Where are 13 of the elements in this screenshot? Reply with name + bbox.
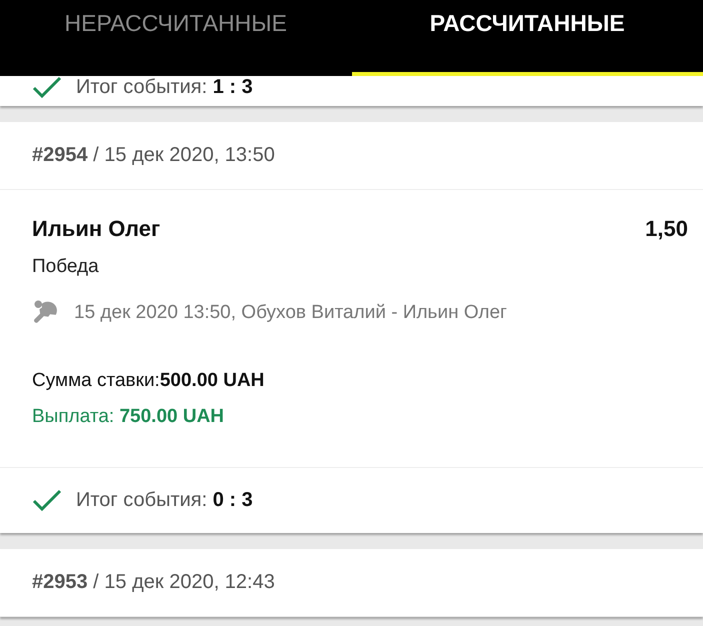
- event-result: Итог события: 1 : 3: [76, 76, 253, 99]
- stake-amount: Сумма ставки:500.00 UAH: [32, 370, 266, 392]
- bet-header: #2954 / 15 дек 2020, 13:50: [0, 122, 703, 190]
- selection-name: Ильин Олег: [32, 216, 160, 242]
- event-result: Итог события: 0 : 3: [76, 489, 253, 512]
- tab[interactable]: НЕРАССЧИТАННЫЕ: [0, 0, 352, 76]
- check-icon: [32, 488, 62, 512]
- odds: 1,50: [645, 216, 688, 242]
- event-info: 15 дек 2020 13:50, Обухов Виталий - Ильин Олег: [74, 302, 507, 324]
- market: Победа: [32, 256, 100, 278]
- check-icon: [32, 76, 62, 100]
- payout-amount: Выплата: 750.00 UAH: [32, 406, 226, 428]
- bet-header: #2953 / 15 дек 2020, 12:43: [0, 549, 703, 617]
